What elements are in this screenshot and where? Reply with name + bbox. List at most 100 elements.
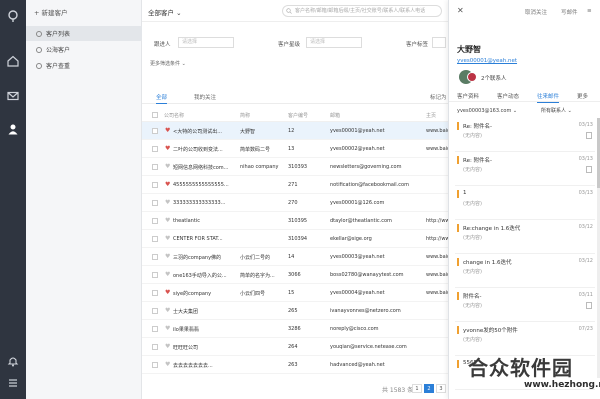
customer-email-link[interactable]: yves00001@yeah.net <box>457 58 517 64</box>
close-icon[interactable]: ✕ <box>457 6 464 15</box>
row-checkbox[interactable] <box>152 344 158 350</box>
row-checkbox[interactable] <box>152 218 158 224</box>
unfollow-button[interactable]: 取消关注 <box>525 8 547 16</box>
heart-icon[interactable]: ♥ <box>165 343 170 350</box>
heart-icon[interactable]: ♥ <box>165 289 170 296</box>
table-row[interactable]: ♥ 333333333333333... 270 yves00001@126.com <box>142 194 448 212</box>
table-row[interactable]: ♥ 短网信息网络科技com... nihao company 310393 newsle… <box>142 158 448 176</box>
row-checkbox[interactable] <box>152 182 158 188</box>
cell-company[interactable]: 士大夫集团 <box>173 308 237 315</box>
cell-company[interactable]: 短网信息网络科技com... <box>173 164 237 171</box>
row-checkbox[interactable] <box>152 200 158 206</box>
tab-customer-info[interactable]: 客户资料 <box>457 92 479 100</box>
tab-customer-activity[interactable]: 客户动态 <box>497 92 519 100</box>
tab-all[interactable]: 全部 <box>156 93 168 104</box>
col-company[interactable]: 公司名称 <box>164 112 184 119</box>
tab-my-follow[interactable]: 我的关注 <box>194 93 216 101</box>
nav-item-dedupe[interactable]: 客户查重 <box>26 58 142 73</box>
page-1[interactable]: 1 <box>412 384 422 393</box>
email-item[interactable]: change in 1.6迭代 (无内容) 03/12 <box>455 254 595 288</box>
email-item[interactable]: yvonne发的50个附件 (无内容) 07/23 <box>455 322 595 356</box>
heart-icon[interactable]: ♥ <box>165 325 170 332</box>
heart-icon[interactable]: ♥ <box>165 163 170 170</box>
email-item[interactable]: Re:change in 1.6迭代 (无内容) 03/12 <box>455 220 595 254</box>
row-checkbox[interactable] <box>152 362 158 368</box>
email-item[interactable]: Re: 附件名- (无内容) 03/13 <box>455 152 595 186</box>
home-icon[interactable] <box>7 55 19 67</box>
heart-icon[interactable]: ♥ <box>165 199 170 206</box>
col-home[interactable]: 主页 <box>426 112 436 119</box>
tab-emails[interactable]: 往来邮件 <box>537 92 560 103</box>
tab-more[interactable]: 更多 <box>577 92 588 100</box>
mail-icon[interactable] <box>7 90 19 102</box>
page-3[interactable]: 3 <box>436 384 446 393</box>
search-input[interactable]: 客户名称/邮箱/邮箱后缀/主页/社交账号/联系人/联系人电话 <box>282 5 442 17</box>
cell-company[interactable]: siye的company <box>173 290 237 297</box>
cell-company[interactable]: CENTER FOR STAT... <box>173 236 237 242</box>
cell-company[interactable]: 333333333333333... <box>173 200 237 206</box>
table-row[interactable]: ♥ 旺旺旺公司 264 youqian@service.netease.com <box>142 338 448 356</box>
user-icon[interactable] <box>7 123 19 135</box>
row-checkbox[interactable] <box>152 272 158 278</box>
contact-select[interactable]: 所有联系人 ⌄ <box>541 106 572 116</box>
mailbox-select[interactable]: yves00003@163.com ⌄ <box>457 106 517 116</box>
table-row[interactable]: ♥ siye的company 小云们四号 15 yves00004@yeah.net ww… <box>142 284 448 302</box>
bell-icon[interactable] <box>7 355 19 367</box>
cell-company[interactable]: 三羽的company佛的 <box>173 254 237 261</box>
row-checkbox[interactable] <box>152 236 158 242</box>
table-row[interactable]: ♥ 三羽的company佛的 小云们二号的 14 yves00003@yeah.net w… <box>142 248 448 266</box>
page-2[interactable]: 2 <box>424 384 434 393</box>
cell-company[interactable]: 去去去去去去去... <box>173 362 237 369</box>
new-customer-button[interactable]: + 新建客户 <box>34 7 68 17</box>
cell-company[interactable]: 4555555555555555... <box>173 182 237 188</box>
contacts-count[interactable]: 2个联系人 <box>481 74 507 82</box>
logo-icon[interactable] <box>7 10 19 22</box>
table-row[interactable]: ♥ 4555555555555555... 271 notification@face… <box>142 176 448 194</box>
col-email[interactable]: 邮箱 <box>330 112 340 119</box>
select-all-checkbox[interactable] <box>152 112 158 118</box>
cell-company[interactable]: one163手动导入的公... <box>173 272 237 279</box>
table-row[interactable]: ♥ CENTER FOR STAT... 310394 ekellar@sige.or… <box>142 230 448 248</box>
cell-company[interactable]: theatlantic <box>173 218 237 224</box>
row-checkbox[interactable] <box>152 254 158 260</box>
more-filters-link[interactable]: 更多筛选条件 ⌄ <box>150 60 186 67</box>
menu-icon[interactable] <box>7 377 19 389</box>
row-checkbox[interactable] <box>152 146 158 152</box>
heart-icon[interactable]: ♥ <box>165 361 170 368</box>
heart-icon[interactable]: ♥ <box>165 127 170 134</box>
table-row[interactable]: ♥ ilo果果翡翡 3286 noreply@cisco.com <box>142 320 448 338</box>
table-row[interactable]: ♥ 士大夫集团 265 ivanayvonnes@netzero.com <box>142 302 448 320</box>
detail-menu-icon[interactable]: ≡ <box>587 8 592 14</box>
table-row[interactable]: ♥ one163手动导入的公... 简单的名字为... 3066 boss02780@w… <box>142 266 448 284</box>
cell-company[interactable]: ilo果果翡翡 <box>173 326 237 333</box>
email-item[interactable]: Re: 附件名- (无内容) 03/13 <box>455 118 595 152</box>
row-checkbox[interactable] <box>152 164 158 170</box>
heart-icon[interactable]: ♥ <box>165 235 170 242</box>
heart-icon[interactable]: ♥ <box>165 271 170 278</box>
follower-select[interactable]: 请选择 <box>178 37 234 48</box>
table-row[interactable]: ♥ theatlantic 310395 dtaylor@theatlantic.co… <box>142 212 448 230</box>
heart-icon[interactable]: ♥ <box>165 145 170 152</box>
star-select[interactable]: 请选择 <box>306 37 362 48</box>
mark-as-button[interactable]: 标记为 <box>430 93 447 101</box>
col-short[interactable]: 简称 <box>240 112 250 119</box>
row-checkbox[interactable] <box>152 326 158 332</box>
heart-icon[interactable]: ♥ <box>165 253 170 260</box>
row-checkbox[interactable] <box>152 290 158 296</box>
table-row[interactable]: ♥ <大特的公司测试出... 大野智 12 yves00001@yeah.net www.… <box>142 122 448 140</box>
table-row[interactable]: ♥ 二叶的公司收到变法... 简单数码二号 13 yves00002@yeah.net w… <box>142 140 448 158</box>
nav-item-public-customers[interactable]: 公海客户 <box>26 42 142 57</box>
write-email-button[interactable]: 写邮件 <box>561 8 578 16</box>
heart-icon[interactable]: ♥ <box>165 217 170 224</box>
email-item[interactable]: 1 (无内容) 03/13 <box>455 186 595 220</box>
scope-select[interactable]: 全部客户 ⌄ <box>148 7 182 17</box>
heart-icon[interactable]: ♥ <box>165 307 170 314</box>
row-checkbox[interactable] <box>152 308 158 314</box>
col-code[interactable]: 客户编号 <box>288 112 308 119</box>
cell-company[interactable]: <大特的公司测试出... <box>173 128 237 135</box>
nav-item-customer-list[interactable]: 客户列表 <box>26 26 142 41</box>
tag-select[interactable] <box>432 37 446 48</box>
cell-company[interactable]: 二叶的公司收到变法... <box>173 146 237 153</box>
email-item[interactable]: 附件名- (无内容) 03/11 <box>455 288 595 322</box>
cell-company[interactable]: 旺旺旺公司 <box>173 344 237 351</box>
